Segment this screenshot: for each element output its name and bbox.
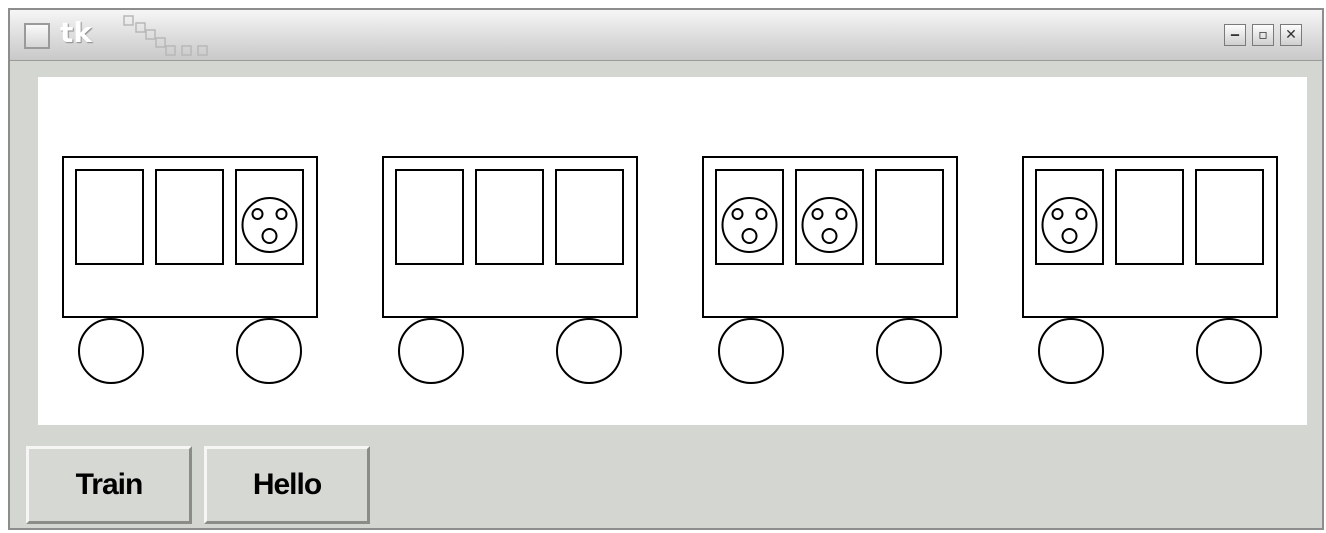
car-wheel (78, 318, 144, 384)
passenger-face-icon (1041, 197, 1098, 253)
title-bar[interactable]: tk ‒ ▫ ✕ (10, 10, 1322, 61)
face-eye (1051, 208, 1064, 220)
face-eye (755, 208, 768, 220)
app-window: tk ‒ ▫ ✕ Train Hello (8, 8, 1324, 530)
face-eye (275, 208, 288, 220)
car-wheel (398, 318, 464, 384)
title-decoration-icon (123, 15, 208, 56)
hello-button[interactable]: Hello (204, 446, 370, 524)
car-body (382, 156, 638, 318)
car-window (75, 169, 144, 265)
car-window (235, 169, 304, 265)
car-window (475, 169, 544, 265)
car-wheel (236, 318, 302, 384)
window-title: tk (60, 16, 93, 49)
car-wheel (876, 318, 942, 384)
car-window (395, 169, 464, 265)
face-eye (1075, 208, 1088, 220)
car-window (155, 169, 224, 265)
car-window (795, 169, 864, 265)
car-window (555, 169, 624, 265)
face-mouth (261, 228, 278, 244)
face-mouth (821, 228, 838, 244)
train-drawing (62, 156, 1278, 384)
car-window (1115, 169, 1184, 265)
car-window (875, 169, 944, 265)
face-mouth (1061, 228, 1078, 244)
car-body (702, 156, 958, 318)
car-window (1195, 169, 1264, 265)
minimize-button[interactable]: ‒ (1224, 24, 1246, 46)
train-car (62, 156, 318, 384)
train-button[interactable]: Train (26, 446, 192, 524)
car-body (62, 156, 318, 318)
train-canvas (38, 77, 1307, 425)
car-wheel (1196, 318, 1262, 384)
train-car (702, 156, 958, 384)
face-eye (251, 208, 264, 220)
passenger-face-icon (241, 197, 298, 253)
face-eye (835, 208, 848, 220)
train-car (1022, 156, 1278, 384)
car-window (1035, 169, 1104, 265)
face-eye (811, 208, 824, 220)
car-wheel (1038, 318, 1104, 384)
car-body (1022, 156, 1278, 318)
car-wheel (556, 318, 622, 384)
face-mouth (741, 228, 758, 244)
face-eye (731, 208, 744, 220)
car-wheel (718, 318, 784, 384)
maximize-button[interactable]: ▫ (1252, 24, 1274, 46)
window-menu-icon[interactable] (24, 23, 50, 49)
passenger-face-icon (721, 197, 778, 253)
train-car (382, 156, 638, 384)
passenger-face-icon (801, 197, 858, 253)
close-button[interactable]: ✕ (1280, 24, 1302, 46)
car-window (715, 169, 784, 265)
